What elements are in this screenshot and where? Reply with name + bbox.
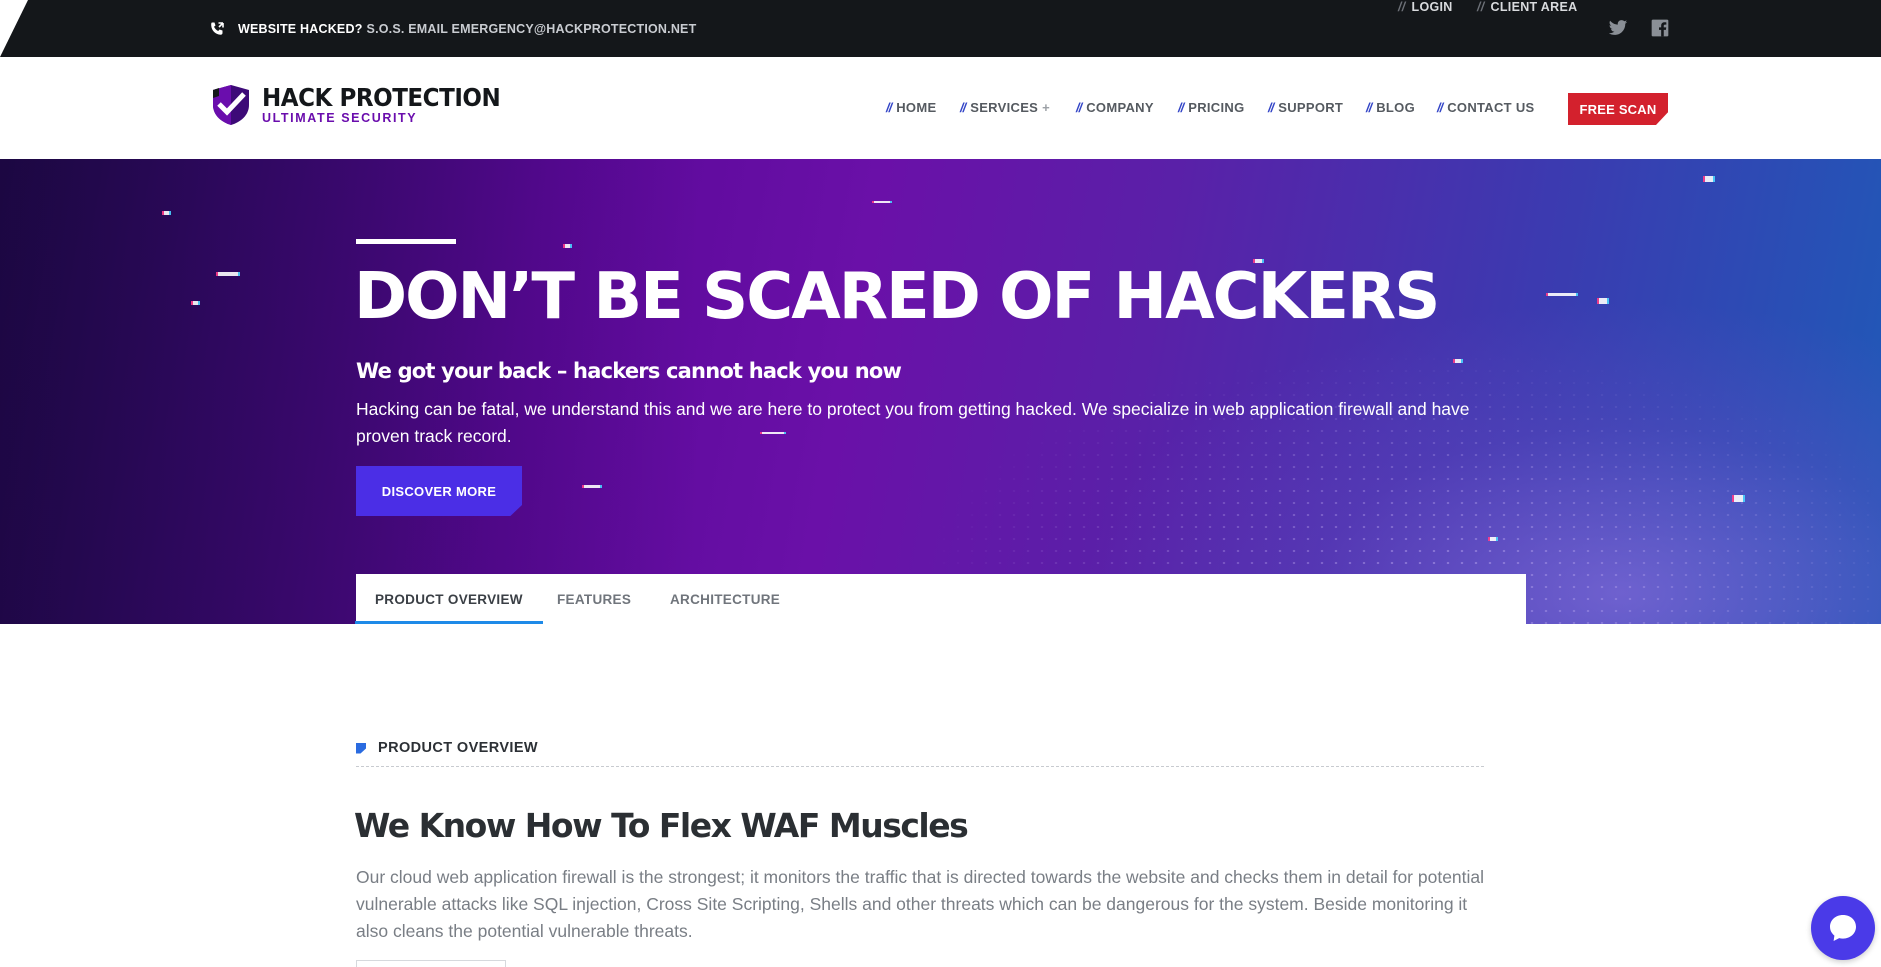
product-tabs: PRODUCT OVERVIEW FEATURES ARCHITECTURE	[355, 574, 1526, 624]
glitch-spark	[1455, 359, 1461, 363]
slash-icon: //	[1178, 100, 1184, 115]
alert-strong: WEBSITE HACKED?	[238, 22, 363, 36]
nav-label: SERVICES	[970, 100, 1039, 115]
slash-icon: //	[1437, 100, 1443, 115]
slash-divider: //	[1477, 0, 1485, 14]
chat-widget-button[interactable]	[1811, 896, 1875, 960]
client-area-link[interactable]: // CLIENT AREA	[1477, 0, 1577, 14]
site-header: HACK PROTECTION ULTIMATE SECURITY // HOME…	[0, 57, 1881, 159]
discover-more-button[interactable]: DISCOVER MORE	[356, 466, 522, 516]
section-label-text: PRODUCT OVERVIEW	[378, 740, 539, 756]
glitch-spark	[1490, 537, 1496, 541]
glitch-spark	[584, 485, 600, 488]
tab-architecture[interactable]: ARCHITECTURE	[670, 574, 780, 624]
login-link[interactable]: // LOGIN	[1398, 0, 1453, 14]
glitch-spark	[164, 211, 169, 215]
chat-bubble-icon	[1830, 915, 1856, 941]
slash-divider: //	[1398, 0, 1406, 14]
hero-banner: DON’T BE SCARED OF HACKERS We got your b…	[0, 159, 1881, 624]
nav-item-pricing[interactable]: // PRICING	[1178, 100, 1245, 115]
top-bar: WEBSITE HACKED? S.O.S. EMAIL EMERGENCY@H…	[0, 0, 1881, 57]
glitch-spark	[1705, 176, 1713, 182]
section-marker-icon	[356, 742, 366, 754]
glitch-spark	[193, 301, 198, 305]
hero-subtitle: We got your back – hackers cannot hack y…	[356, 359, 902, 383]
alert-email[interactable]: S.O.S. EMAIL EMERGENCY@HACKPROTECTION.NE…	[367, 22, 697, 36]
nav-label: CONTACT US	[1447, 100, 1535, 115]
nav-item-contact-us[interactable]: // CONTACT US	[1437, 100, 1535, 115]
glitch-spark	[1599, 298, 1607, 304]
nav-label: SUPPORT	[1278, 100, 1344, 115]
nav-label: COMPANY	[1086, 100, 1154, 115]
phone-icon	[211, 22, 224, 35]
glitch-spark	[874, 201, 890, 203]
top-bar-corner	[0, 0, 28, 57]
glitch-spark	[565, 244, 570, 248]
section-label: PRODUCT OVERVIEW	[356, 740, 538, 756]
glitch-spark	[218, 272, 238, 276]
nav-label: PRICING	[1188, 100, 1245, 115]
site-logo[interactable]: HACK PROTECTION ULTIMATE SECURITY	[210, 83, 521, 127]
nav-item-blog[interactable]: // BLOG	[1366, 100, 1415, 115]
logo-tagline: ULTIMATE SECURITY	[262, 111, 418, 125]
facebook-icon[interactable]	[1650, 18, 1670, 38]
logo-name: HACK PROTECTION	[262, 83, 501, 112]
content-button-partial[interactable]	[356, 960, 506, 967]
nav-label: HOME	[896, 100, 937, 115]
hero-accent-rule	[356, 239, 456, 244]
emergency-alert[interactable]: WEBSITE HACKED? S.O.S. EMAIL EMERGENCY@H…	[209, 21, 696, 37]
hero-description: Hacking can be fatal, we understand this…	[356, 399, 1470, 446]
tab-product-overview[interactable]: PRODUCT OVERVIEW	[355, 574, 543, 624]
slash-icon: //	[1268, 100, 1274, 115]
section-divider	[356, 766, 1484, 767]
tab-features[interactable]: FEATURES	[557, 574, 631, 624]
plus-icon: +	[1042, 100, 1051, 115]
free-scan-button[interactable]: FREE SCAN	[1568, 93, 1668, 125]
glitch-spark	[1734, 495, 1743, 502]
twitter-icon[interactable]	[1608, 18, 1628, 38]
glitch-spark	[1548, 293, 1576, 296]
slash-icon: //	[1076, 100, 1082, 115]
slash-icon: //	[960, 100, 966, 115]
nav-item-services[interactable]: // SERVICES +	[960, 100, 1050, 115]
shield-check-logo-icon	[213, 85, 249, 125]
login-label: LOGIN	[1411, 0, 1453, 14]
content-title: We Know How To Flex WAF Muscles	[354, 806, 969, 845]
client-area-label: CLIENT AREA	[1490, 0, 1578, 14]
nav-item-support[interactable]: // SUPPORT	[1268, 100, 1343, 115]
slash-icon: //	[1366, 100, 1372, 115]
nav-item-company[interactable]: // COMPANY	[1076, 100, 1154, 115]
nav-label: BLOG	[1376, 100, 1415, 115]
nav-item-home[interactable]: // HOME	[886, 100, 936, 115]
hero-shade	[0, 159, 700, 624]
hero-title: DON’T BE SCARED OF HACKERS	[354, 260, 1440, 334]
content-paragraph: Our cloud web application firewall is th…	[356, 867, 1485, 941]
slash-icon: //	[886, 100, 892, 115]
